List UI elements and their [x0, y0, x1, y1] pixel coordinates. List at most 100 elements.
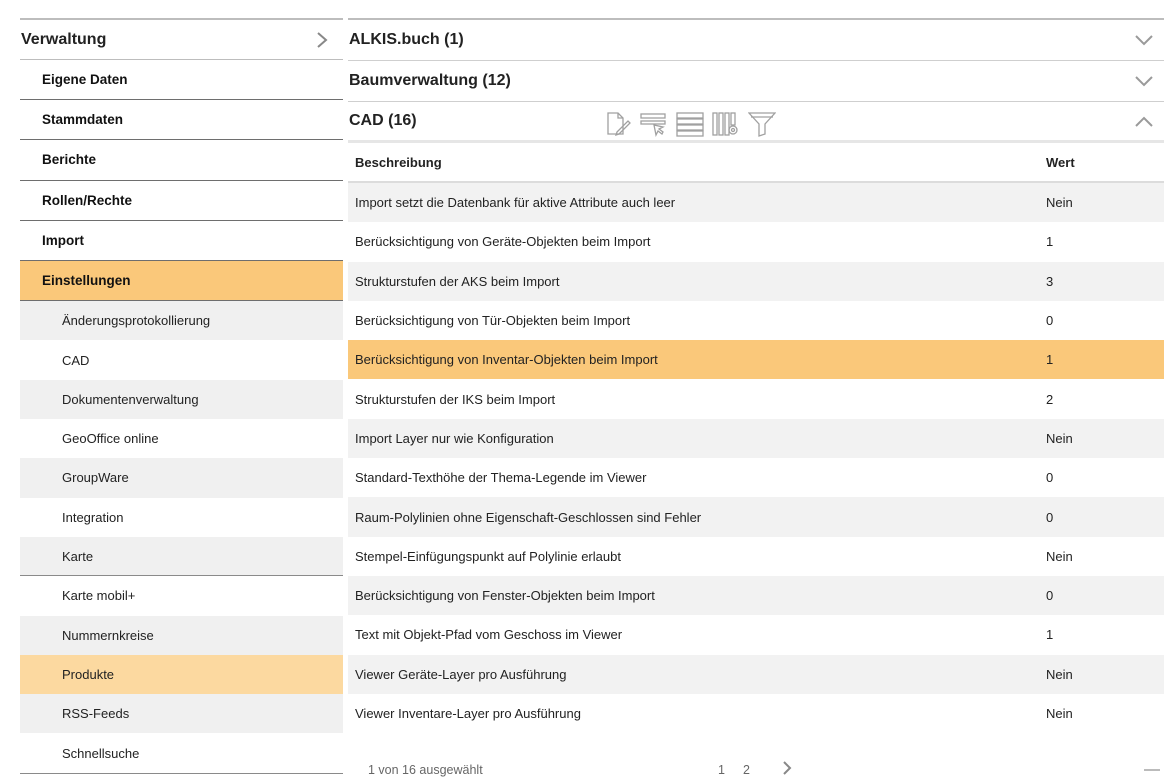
cell-wert: 3	[1046, 273, 1054, 289]
sidebar-subitem-label: Nummernkreise	[62, 627, 154, 643]
clear-filter-icon[interactable]	[640, 110, 668, 138]
cell-beschreibung: Berücksichtigung von Fenster-Objekten be…	[355, 588, 655, 604]
cell-wert: Nein	[1046, 195, 1073, 211]
cell-wert: Nein	[1046, 430, 1073, 446]
sidebar-subitem-aenderungsprotokollierung[interactable]: Änderungsprotokollierung	[20, 301, 343, 341]
cell-beschreibung: Viewer Geräte-Layer pro Ausführung	[355, 666, 567, 682]
table-row[interactable]: Text mit Objekt-Pfad vom Geschoss im Vie…	[348, 615, 1164, 654]
cell-wert: Nein	[1046, 666, 1073, 682]
cell-wert: Nein	[1046, 706, 1073, 721]
cell-beschreibung: Stempel-Einfügungspunkt auf Polylinie er…	[355, 548, 621, 564]
rows-icon[interactable]	[676, 110, 704, 138]
sidebar-subitem-nummernkreise[interactable]: Nummernkreise	[20, 615, 343, 655]
chevron-down-icon[interactable]	[1132, 28, 1156, 52]
column-header-wert[interactable]: Wert	[1039, 155, 1164, 170]
sidebar-item-label: Eigene Daten	[42, 72, 128, 88]
sidebar-subitem-label: Integration	[62, 509, 124, 525]
cell-wert: 0	[1046, 588, 1054, 604]
main-panel: ALKIS.buch (1) Baumverwaltung (12) CAD (…	[348, 18, 1164, 777]
table-row[interactable]: Import setzt die Datenbank für aktive At…	[348, 183, 1164, 223]
sidebar-item-label: Einstellungen	[42, 273, 131, 289]
cell-wert: 1	[1046, 627, 1054, 643]
table-row[interactable]: Berücksichtigung von Fenster-Objekten be…	[348, 575, 1164, 616]
table-row[interactable]: Viewer Inventare-Layer pro Ausführung Ne…	[348, 694, 1164, 733]
sidebar-item-berichte[interactable]: Berichte	[20, 140, 343, 181]
table-row[interactable]: Raum-Polylinien ohne Eigenschaft-Geschlo…	[348, 497, 1164, 537]
column-header-beschreibung[interactable]: Beschreibung	[348, 155, 1039, 170]
sidebar-subitem-label: Karte mobil+	[62, 588, 136, 604]
cell-beschreibung: Raum-Polylinien ohne Eigenschaft-Geschlo…	[355, 509, 702, 525]
chevron-down-icon[interactable]	[1132, 69, 1156, 93]
sidebar-subitem-geooffice-online[interactable]: GeoOffice online	[20, 419, 343, 459]
cell-wert: 0	[1046, 509, 1054, 525]
chevron-up-icon[interactable]	[1132, 109, 1156, 133]
cell-beschreibung: Strukturstufen der AKS beim Import	[355, 273, 560, 289]
divider	[20, 772, 343, 774]
sidebar-item-label: Import	[42, 232, 84, 248]
sidebar-subitem-label: RSS-Feeds	[62, 706, 130, 722]
page-link-2[interactable]: 2	[743, 763, 750, 777]
sidebar-item-eigene-daten[interactable]: Eigene Daten	[20, 60, 343, 101]
cell-beschreibung: Strukturstufen der IKS beim Import	[355, 391, 556, 407]
table-row[interactable]: Berücksichtigung von Tür-Objekten beim I…	[348, 301, 1164, 340]
cell-beschreibung: Import Layer nur wie Konfiguration	[355, 430, 554, 446]
page-link-1[interactable]: 1	[718, 763, 725, 777]
sidebar-subitem-label: GeoOffice online	[62, 431, 159, 447]
table-row[interactable]: Viewer Geräte-Layer pro Ausführung Nein	[348, 654, 1164, 694]
sidebar-item-label: Berichte	[42, 152, 97, 168]
pagination: 1 2	[718, 763, 750, 777]
sidebar-subitem-label: Produkte	[62, 666, 115, 682]
sidebar-item-label: Rollen/Rechte	[42, 192, 133, 208]
sidebar-subitem-karte[interactable]: Karte	[20, 536, 343, 577]
table-row[interactable]: Stempel-Einfügungspunkt auf Polylinie er…	[348, 537, 1164, 576]
sidebar-subitem-cad[interactable]: CAD	[20, 340, 343, 380]
section-header-baumverwaltung[interactable]: Baumverwaltung (12)	[348, 61, 1164, 102]
sidebar-item-stammdaten[interactable]: Stammdaten	[20, 100, 343, 141]
table-row[interactable]: Standard-Texthöhe der Thema-Legende im V…	[348, 458, 1164, 497]
minimize-icon[interactable]	[1144, 769, 1160, 772]
table-row-selected[interactable]: Berücksichtigung von Inventar-Objekten b…	[348, 340, 1164, 380]
grid-pager: 1 von 16 ausgewählt 1 2	[348, 733, 1164, 777]
sidebar-subitem-produkte[interactable]: Produkte	[20, 654, 343, 695]
cell-beschreibung: Text mit Objekt-Pfad vom Geschoss im Vie…	[355, 627, 623, 643]
section-header-alkis-buch[interactable]: ALKIS.buch (1)	[348, 20, 1164, 61]
sidebar-subitem-label: CAD	[62, 352, 90, 368]
selection-info: 1 von 16 ausgewählt	[368, 763, 483, 777]
cell-beschreibung: Berücksichtigung von Tür-Objekten beim I…	[355, 313, 631, 329]
table-row[interactable]: Strukturstufen der AKS beim Import 3	[348, 261, 1164, 301]
sidebar-subitem-label: Dokumentenverwaltung	[62, 391, 199, 407]
grid-header: Beschreibung Wert	[348, 143, 1164, 183]
sidebar-subitem-rss-feeds[interactable]: RSS-Feeds	[20, 694, 343, 734]
cell-wert: Nein	[1046, 548, 1073, 564]
cell-beschreibung: Import setzt die Datenbank für aktive At…	[355, 195, 676, 211]
sidebar-header[interactable]: Verwaltung	[20, 20, 343, 60]
section-header-cad[interactable]: CAD (16)	[348, 102, 1164, 143]
cell-beschreibung: Viewer Inventare-Layer pro Ausführung	[355, 706, 581, 721]
sidebar-subitem-schnellsuche[interactable]: Schnellsuche	[20, 733, 343, 773]
sidebar-item-einstellungen[interactable]: Einstellungen	[20, 260, 343, 302]
cell-wert: 2	[1046, 391, 1054, 407]
settings-grid: Beschreibung Wert Import setzt die Daten…	[348, 143, 1164, 777]
sidebar-subitem-dokumentenverwaltung[interactable]: Dokumentenverwaltung	[20, 379, 343, 420]
cell-beschreibung: Berücksichtigung von Geräte-Objekten bei…	[355, 234, 651, 250]
cell-beschreibung: Berücksichtigung von Inventar-Objekten b…	[355, 352, 658, 368]
edit-document-icon[interactable]	[604, 110, 632, 138]
grid-toolbar	[604, 110, 776, 138]
column-settings-icon[interactable]	[712, 110, 740, 138]
sidebar: Verwaltung Eigene Daten Stammdaten Beric…	[20, 18, 343, 774]
table-row[interactable]: Berücksichtigung von Geräte-Objekten bei…	[348, 222, 1164, 261]
table-row[interactable]: Strukturstufen der IKS beim Import 2	[348, 379, 1164, 418]
cell-wert: 1	[1046, 234, 1054, 250]
sidebar-subitem-integration[interactable]: Integration	[20, 497, 343, 537]
cell-wert: 0	[1046, 313, 1054, 329]
next-page-icon[interactable]	[782, 761, 792, 777]
sidebar-subitem-label: Schnellsuche	[62, 745, 140, 761]
section-title: ALKIS.buch (1)	[349, 31, 464, 48]
sidebar-item-import[interactable]: Import	[20, 221, 343, 261]
sidebar-item-rollen-rechte[interactable]: Rollen/Rechte	[20, 181, 343, 221]
filter-icon[interactable]	[748, 110, 776, 138]
sidebar-subitem-karte-mobil[interactable]: Karte mobil+	[20, 576, 343, 616]
chevron-right-icon[interactable]	[311, 29, 333, 51]
sidebar-subitem-groupware[interactable]: GroupWare	[20, 458, 343, 498]
table-row[interactable]: Import Layer nur wie Konfiguration Nein	[348, 418, 1164, 459]
